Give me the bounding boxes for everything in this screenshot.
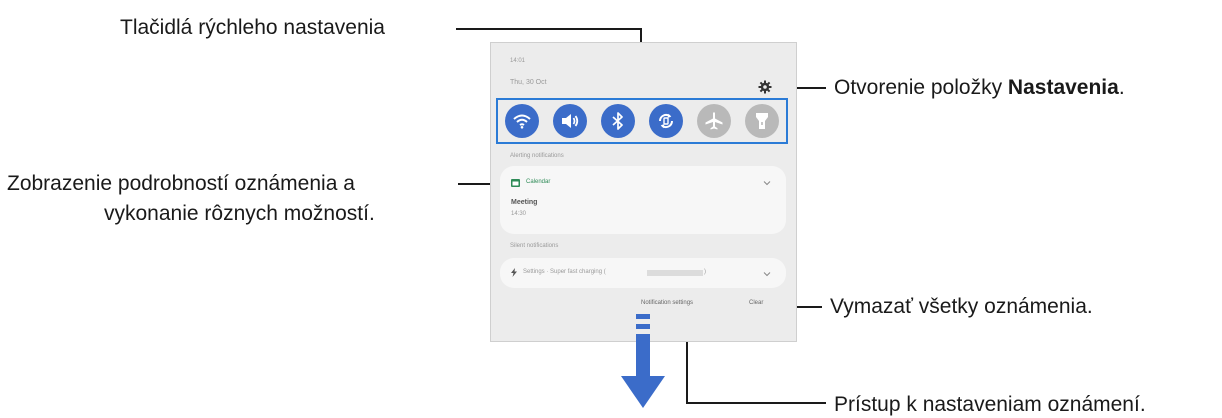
auto-rotate-icon: [658, 113, 674, 129]
quick-setting-bluetooth[interactable]: [601, 104, 635, 138]
settings-callout-suffix: .: [1118, 76, 1125, 99]
event-title: Meeting: [511, 199, 538, 206]
quick-settings-callout: Tlačidlá rýchleho nastavenia: [120, 16, 385, 39]
airplane-mode-icon: [705, 112, 723, 130]
settings-callout-bold: Nastavenia: [1007, 76, 1119, 99]
details-callout-line1: Zobrazenie podrobností oznámenia a: [7, 172, 355, 195]
calendar-app-name: Calendar: [526, 179, 551, 185]
status-time: 14:01: [510, 58, 526, 64]
silent-notifications-header: Silent notifications: [510, 243, 559, 249]
leader-quick-settings-h: [456, 28, 642, 30]
quick-setting-wifi[interactable]: [505, 104, 539, 138]
leader-notif-settings-h: [686, 402, 826, 404]
clear-button[interactable]: Clear: [749, 300, 763, 306]
sound-icon: [562, 114, 579, 128]
expand-chevron-icon[interactable]: [763, 180, 771, 186]
expand-chevron-icon-2[interactable]: [763, 271, 771, 277]
quick-setting-flashlight[interactable]: [745, 104, 779, 138]
event-time: 14:30: [511, 211, 527, 217]
wifi-icon: [513, 114, 531, 129]
details-callout-line2: vykonanie rôznych možností.: [104, 202, 375, 225]
bluetooth-icon: [612, 112, 623, 130]
swipe-down-arrow-icon: [621, 314, 665, 408]
settings-gear-icon[interactable]: [758, 80, 772, 94]
lightning-icon: [511, 268, 517, 277]
calendar-icon: [511, 179, 520, 187]
alerting-notifications-header: Alerting notifications: [510, 153, 564, 159]
notification-settings-button[interactable]: Notification settings: [641, 300, 693, 306]
status-date: Thu, 30 Oct: [510, 79, 547, 86]
settings-callout-prefix: Otvorenie položky: [834, 76, 1008, 99]
clear-all-callout: Vymazať všetky oznámenia.: [830, 295, 1093, 318]
quick-setting-airplane[interactable]: [697, 104, 731, 138]
charging-text: Settings · Super fast charging (: [523, 269, 606, 275]
notification-settings-callout: Prístup k nastaveniam oznámení.: [834, 393, 1146, 416]
quick-setting-sound[interactable]: [553, 104, 587, 138]
quick-setting-auto-rotate[interactable]: [649, 104, 683, 138]
flashlight-icon: [756, 113, 768, 129]
charging-detail-placeholder: [647, 270, 703, 276]
charging-close-paren: ): [704, 269, 706, 275]
settings-callout: Otvorenie položky Nastavenia.: [834, 75, 1125, 101]
calendar-notification-card[interactable]: [500, 166, 786, 234]
